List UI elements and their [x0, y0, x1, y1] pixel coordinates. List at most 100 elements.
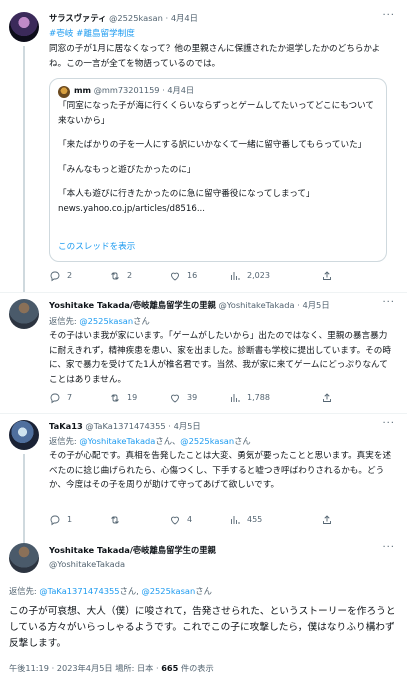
separator: · — [155, 663, 159, 673]
author-name[interactable]: TaKa13 — [49, 421, 83, 431]
tweet-text: この子が可哀想、大人（僕）に唆されて，告発させられた、というストーリーを作ろうと… — [9, 606, 396, 649]
views-button[interactable]: 455 — [229, 514, 262, 526]
reply-to-suffix: さん — [234, 436, 251, 446]
avatar[interactable] — [9, 420, 39, 450]
author-handle[interactable]: @YoshitakeTakada — [49, 559, 125, 569]
more-dots-icon[interactable]: ··· — [382, 296, 395, 311]
separator: · — [165, 13, 169, 23]
heart-icon — [169, 392, 181, 404]
tweet-actions: 1 4 455 — [49, 514, 394, 530]
reply-to-label: 返信先: — [9, 586, 37, 596]
reply-to-mid: さん, — [119, 586, 139, 596]
tweet-actions: 7 19 39 1,788 — [49, 392, 394, 408]
views-button[interactable]: 1,788 — [229, 392, 270, 404]
share-icon — [321, 514, 333, 526]
like-button[interactable]: 4 — [169, 514, 192, 526]
reply-to-handle-2[interactable]: @2525kasan — [141, 586, 195, 596]
like-button[interactable]: 16 — [169, 270, 197, 282]
tweet-text: その子はいま我が家にいます。「ゲームがしたいから」出たのではなく、里親の暴言暴力… — [49, 331, 391, 385]
share-icon — [321, 392, 333, 404]
location: 日本 — [136, 663, 154, 673]
quote-body: 「同室になった子が海に行くくらいならずっとゲームしてたいってどこにもついて来ない… — [58, 99, 380, 216]
views-count: 2,023 — [247, 271, 270, 281]
separator: · — [168, 421, 171, 431]
reply-icon — [49, 514, 61, 526]
quoted-tweet[interactable]: mm @mm73201159 · 4月4日 「同室になった子が海に行くくらいなら… — [49, 78, 387, 262]
tweet-date[interactable]: 4月5日 — [174, 421, 201, 431]
author-name[interactable]: Yoshitake Takada/壱岐離島留学生の里親 — [49, 300, 216, 310]
author-handle[interactable]: @YoshitakeTakada — [219, 300, 295, 310]
reply-to: 返信先: @2525kasanさん — [49, 315, 150, 327]
reply-count: 1 — [67, 515, 73, 525]
author-handle[interactable]: @2525kasan — [109, 13, 163, 23]
tweet-3[interactable]: TaKa13 @TaKa1371474355 · 4月5日 ··· 返信先: @… — [0, 414, 407, 550]
quote-author-name: mm — [74, 85, 92, 95]
hashtags[interactable]: #壱岐 #離島留学制度 — [49, 27, 389, 42]
views-button[interactable]: 2,023 — [229, 270, 270, 282]
reply-button[interactable]: 2 — [49, 270, 72, 282]
retweet-button[interactable]: 2 — [109, 270, 132, 282]
reply-to-handle-2[interactable]: @2525kasan — [180, 436, 234, 446]
more-dots-icon[interactable]: ··· — [382, 9, 395, 24]
more-dots-icon[interactable]: ··· — [382, 541, 395, 556]
tweet-header: TaKa13 @TaKa1371474355 · 4月5日 — [49, 420, 201, 432]
more-dots-icon[interactable]: ··· — [382, 417, 395, 432]
reply-to-handle[interactable]: @YoshitakeTakada — [79, 436, 155, 446]
reply-button[interactable]: 1 — [49, 514, 72, 526]
like-count: 16 — [187, 271, 198, 281]
views-count: 455 — [247, 515, 263, 525]
reply-to-handle[interactable]: @2525kasan — [79, 316, 133, 326]
avatar[interactable] — [9, 299, 39, 329]
reply-to-handle[interactable]: @TaKa1371474355 — [39, 586, 119, 596]
tweet-header: Yoshitake Takada/壱岐離島留学生の里親 @YoshitakeTa… — [49, 299, 330, 311]
quote-date: 4月4日 — [167, 85, 195, 95]
author-name[interactable]: サラスヴァティ — [49, 13, 106, 23]
avatar[interactable] — [9, 12, 39, 42]
quote-url[interactable]: news.yahoo.co.jp/articles/d8516... — [58, 202, 380, 217]
quote-header: mm @mm73201159 · 4月4日 — [74, 85, 194, 97]
tweet-time[interactable]: 午後11:19 · 2023年4月5日 — [9, 663, 113, 673]
author-name[interactable]: Yoshitake Takada/壱岐離島留学生の里親 — [49, 545, 216, 555]
reply-icon — [49, 270, 61, 282]
retweet-icon — [109, 514, 121, 526]
views-count: 1,788 — [247, 393, 270, 403]
reply-to: 返信先: @TaKa1371474355さん, @2525kasanさん — [9, 585, 212, 597]
tweet-header: Yoshitake Takada/壱岐離島留学生の里親 — [49, 544, 216, 556]
author-handle[interactable]: @TaKa1371474355 — [85, 421, 165, 431]
show-thread-link[interactable]: このスレッドを表示 — [58, 241, 135, 253]
tweet-2[interactable]: Yoshitake Takada/壱岐離島留学生の里親 @YoshitakeTa… — [0, 293, 407, 411]
separator: · — [297, 300, 300, 310]
share-button[interactable] — [321, 392, 333, 404]
tweet-text: 同窓の子が1月に居なくなって？他の里親さんに保護されたか退学したかのどちらかよね… — [49, 44, 381, 69]
heart-icon — [169, 270, 181, 282]
tweet-date[interactable]: 4月4日 — [171, 13, 198, 23]
quote-line: 「来たばかりの子を一人にする訳にいかなくて一緒に留守番してもらっていた」 — [58, 140, 367, 150]
reply-to-suffix: さん — [133, 316, 150, 326]
tweet-1[interactable]: サラスヴァティ @2525kasan · 4月4日 ··· #壱岐 #離島留学制… — [0, 0, 407, 292]
tweet-date[interactable]: 4月5日 — [302, 300, 329, 310]
reply-to-label: 返信先: — [49, 316, 77, 326]
thread-line — [23, 46, 25, 292]
retweet-icon — [109, 270, 121, 282]
separator: · — [162, 85, 165, 95]
views-count: 665 — [161, 663, 179, 673]
like-button[interactable]: 39 — [169, 392, 197, 404]
reply-count: 2 — [67, 271, 73, 281]
reply-to-label: 返信先: — [49, 436, 77, 446]
reply-to-suffix: さん — [195, 586, 212, 596]
reply-count: 7 — [67, 393, 73, 403]
retweet-count: 19 — [127, 393, 138, 403]
views-chart-icon — [229, 392, 241, 404]
reply-icon — [49, 392, 61, 404]
views-label: 件の表示 — [180, 663, 214, 673]
share-button[interactable] — [321, 270, 333, 282]
quote-line: 「みんなもっと遊びたかったのに」 — [58, 164, 196, 175]
tweet-meta: 午後11:19 · 2023年4月5日 場所: 日本 · 665 件の表示 — [9, 663, 214, 675]
reply-button[interactable]: 7 — [49, 392, 72, 404]
quote-line: 「本人も遊びに行きたかったのに急に留守番役になってしまって」 — [58, 189, 315, 199]
avatar[interactable] — [9, 543, 39, 573]
retweet-button[interactable]: 19 — [109, 392, 137, 404]
views-chart-icon — [229, 270, 241, 282]
share-button[interactable] — [321, 514, 333, 526]
retweet-button[interactable] — [109, 514, 127, 526]
